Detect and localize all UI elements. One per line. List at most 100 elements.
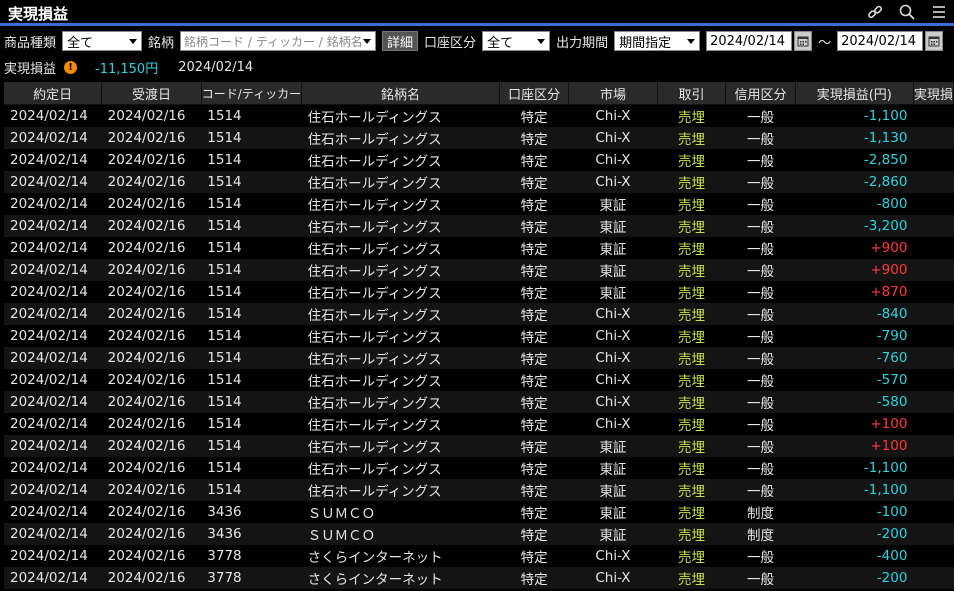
table-row[interactable]: 2024/02/14 2024/02/16 1514 住石ホールディングス 特定 東証 売埋… [4, 258, 954, 281]
table-cell: 2024/02/14 [4, 566, 102, 589]
account-select[interactable]: 全て [482, 31, 551, 51]
detail-button[interactable]: 詳細 [382, 31, 419, 51]
table-cell: 売埋 [657, 390, 726, 413]
table-row[interactable]: 2024/02/14 2024/02/16 1514 住石ホールディングス 特定 東証 売埋… [4, 280, 954, 303]
date-from-input[interactable]: 2024/02/14 [706, 31, 793, 51]
table-row[interactable]: 2024/02/14 2024/02/16 1514 住石ホールディングス 特定 Chi-… [4, 324, 954, 347]
table-cell: 住石ホールディングス [301, 126, 500, 149]
table-cell: 住石ホールディングス [301, 412, 500, 435]
table-cell: 特定 [499, 346, 569, 369]
account-label: 口座区分 [424, 35, 477, 51]
table-row[interactable]: 2024/02/14 2024/02/16 1514 住石ホールディングス 特定 東証 売埋… [4, 214, 954, 237]
table-cell: 特定 [499, 368, 569, 391]
table-row[interactable]: 2024/02/14 2024/02/16 1514 住石ホールディングス 特定 Chi-… [4, 104, 954, 127]
symbol-placeholder: 銘柄コード / ティッカー / 銘柄名 [184, 34, 363, 49]
table-row[interactable]: 2024/02/14 2024/02/16 3778 さくらインターネット 特定 Chi-… [4, 566, 954, 589]
table-row[interactable]: 2024/02/14 2024/02/16 1514 住石ホールディングス 特定 Chi-… [4, 412, 954, 435]
table-cell-empty [913, 566, 954, 589]
table-cell: 2024/02/14 [4, 236, 102, 259]
table-cell: 1514 [201, 258, 302, 281]
table-row[interactable]: 2024/02/14 2024/02/16 1514 住石ホールディングス 特定 Chi-… [4, 368, 954, 391]
table-cell: 一般 [725, 434, 796, 457]
realized-pl-table: 約定日 受渡日 コード/ティッカー 銘柄名 口座区分 市場 取引 信用区分 実現… [4, 82, 954, 589]
table-cell: 東証 [568, 214, 658, 237]
table-cell: 2024/02/16 [101, 390, 202, 413]
link-icon[interactable] [866, 3, 884, 21]
table-row[interactable]: 2024/02/14 2024/02/16 1514 住石ホールディングス 特定 Chi-… [4, 302, 954, 325]
calendar-icon[interactable] [925, 31, 944, 51]
table-cell: -2,860 [795, 170, 914, 193]
table-cell: 3778 [201, 566, 302, 589]
table-cell: 売埋 [657, 456, 726, 479]
table-cell: 一般 [725, 390, 796, 413]
table-cell: 特定 [499, 456, 569, 479]
column-header[interactable]: 約定日 [4, 82, 103, 105]
table-cell: 一般 [725, 214, 796, 237]
period-select[interactable]: 期間指定 [614, 31, 701, 51]
table-row[interactable]: 2024/02/14 2024/02/16 3778 さくらインターネット 特定 Chi-… [4, 544, 954, 567]
summary-value: -11,150円 [95, 61, 159, 77]
column-header[interactable]: 市場 [568, 82, 658, 105]
table-cell: 一般 [725, 258, 796, 281]
table-cell: 2024/02/16 [101, 324, 202, 347]
column-header[interactable]: 口座区分 [499, 82, 570, 105]
table-cell: 2024/02/16 [101, 104, 202, 127]
table-row[interactable]: 2024/02/14 2024/02/16 1514 住石ホールディングス 特定 東証 売埋… [4, 478, 954, 501]
table-cell: 売埋 [657, 434, 726, 457]
table-cell: 東証 [568, 478, 658, 501]
table-cell-empty [913, 192, 954, 215]
search-icon[interactable] [898, 3, 916, 21]
date-range-tilde: ～ [818, 35, 832, 51]
table-cell: 住石ホールディングス [301, 148, 500, 171]
table-cell: Chi-X [568, 170, 658, 193]
table-cell: 売埋 [657, 324, 726, 347]
calendar-icon[interactable] [794, 31, 813, 51]
column-header[interactable]: 取引 [657, 82, 727, 105]
table-cell: 2024/02/14 [4, 390, 102, 413]
table-row[interactable]: 2024/02/14 2024/02/16 1514 住石ホールディングス 特定 Chi-… [4, 126, 954, 149]
product-type-value: 全て [67, 35, 94, 51]
table-cell: 住石ホールディングス [301, 434, 500, 457]
symbol-input[interactable]: 銘柄コード / ティッカー / 銘柄名 [180, 31, 377, 51]
table-cell: 売埋 [657, 522, 726, 545]
table-row[interactable]: 2024/02/14 2024/02/16 3436 ＳＵＭＣＯ 特定 東証 売埋 制度 -10… [4, 500, 954, 523]
column-header[interactable]: 銘柄名 [301, 82, 500, 105]
date-to-input[interactable]: 2024/02/14 [837, 31, 924, 51]
column-header[interactable]: 信用区分 [725, 82, 796, 105]
column-header[interactable]: 実現損益(円) [795, 82, 914, 105]
product-type-select[interactable]: 全て [62, 31, 143, 51]
table-cell: -1,100 [795, 456, 914, 479]
table-cell-empty [913, 104, 954, 127]
warning-icon[interactable]: ! [64, 60, 78, 74]
table-cell: 東証 [568, 192, 658, 215]
table-cell: さくらインターネット [301, 544, 500, 567]
table-cell: Chi-X [568, 368, 658, 391]
table-row[interactable]: 2024/02/14 2024/02/16 1514 住石ホールディングス 特定 Chi-… [4, 390, 954, 413]
column-header[interactable]: 実現損 [913, 82, 954, 105]
table-cell-empty [913, 544, 954, 567]
table-cell: 売埋 [657, 148, 726, 171]
table-cell: 特定 [499, 104, 569, 127]
menu-icon[interactable] [930, 3, 948, 21]
filter-bar: 商品種類 全て 銘柄 銘柄コード / ティッカー / 銘柄名 詳細 口座区分 全… [0, 26, 954, 56]
table-cell: 特定 [499, 258, 569, 281]
table-cell-empty [913, 148, 954, 171]
table-cell: 2024/02/14 [4, 280, 102, 303]
table-row[interactable]: 2024/02/14 2024/02/16 3436 ＳＵＭＣＯ 特定 東証 売埋 制度 -20… [4, 522, 954, 545]
column-header[interactable]: コード/ティッカー [201, 82, 303, 105]
table-cell: 特定 [499, 478, 569, 501]
table-row[interactable]: 2024/02/14 2024/02/16 1514 住石ホールディングス 特定 東証 売埋… [4, 192, 954, 215]
table-row[interactable]: 2024/02/14 2024/02/16 1514 住石ホールディングス 特定 東証 売埋… [4, 456, 954, 479]
table-cell: Chi-X [568, 104, 658, 127]
table-cell-empty [913, 258, 954, 281]
table-row[interactable]: 2024/02/14 2024/02/16 1514 住石ホールディングス 特定 東証 売埋… [4, 434, 954, 457]
column-header[interactable]: 受渡日 [101, 82, 202, 105]
table-row[interactable]: 2024/02/14 2024/02/16 1514 住石ホールディングス 特定 東証 売埋… [4, 236, 954, 259]
table-cell: 1514 [201, 434, 302, 457]
table-cell: 2024/02/14 [4, 478, 102, 501]
table-row[interactable]: 2024/02/14 2024/02/16 1514 住石ホールディングス 特定 Chi-… [4, 346, 954, 369]
table-cell: Chi-X [568, 390, 658, 413]
table-row[interactable]: 2024/02/14 2024/02/16 1514 住石ホールディングス 特定 Chi-… [4, 148, 954, 171]
table-row[interactable]: 2024/02/14 2024/02/16 1514 住石ホールディングス 特定 Chi-… [4, 170, 954, 193]
table-cell: 一般 [725, 126, 796, 149]
